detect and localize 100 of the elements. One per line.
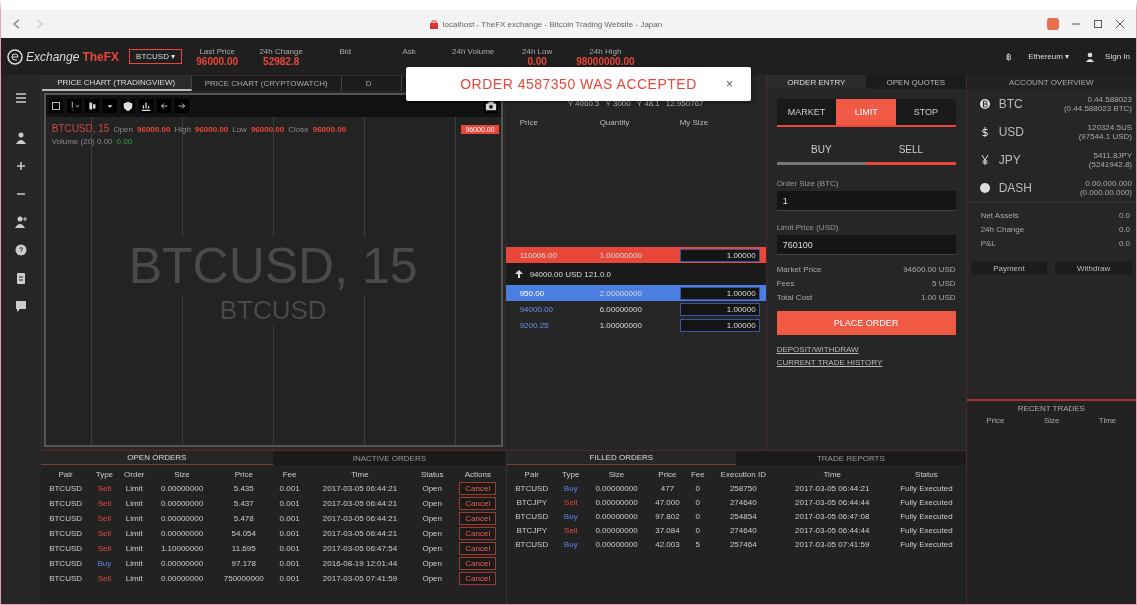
chat-icon[interactable] (13, 299, 28, 313)
table-tab[interactable]: INACTIVE ORDERS (273, 451, 506, 465)
bar-style-icon[interactable] (48, 99, 63, 113)
order-type-label: Buy (562, 538, 579, 551)
input-field[interactable]: 1 (776, 191, 956, 211)
cancel-button[interactable]: Cancel (459, 497, 497, 510)
price-cell-text: 9200.25 (519, 320, 550, 330)
column-header: Quantity (599, 117, 631, 127)
summary-label: Fees (776, 278, 795, 290)
cancel-button[interactable]: Cancel (459, 557, 497, 570)
add-user-icon[interactable] (13, 215, 28, 229)
ohlc-value: 96000.00 (137, 125, 171, 134)
column-header: Pair (523, 468, 540, 481)
table-tab[interactable]: TRADE REPORTS (736, 451, 966, 465)
table-cell-text: Open (421, 543, 443, 555)
table-tab[interactable]: OPEN ORDERS (40, 451, 274, 465)
column-header: Pair (57, 468, 74, 481)
logo-text: Exchange (26, 49, 80, 64)
stat-label: 24h High (589, 46, 622, 56)
candles-icon[interactable] (84, 99, 99, 113)
table-cell-text: Fully Executed (899, 524, 954, 537)
lock-icon[interactable] (428, 19, 439, 29)
input-field[interactable]: 760100 (776, 235, 956, 255)
column-header: Fee (281, 468, 298, 481)
close-button[interactable]: × (720, 76, 739, 92)
cancel-button[interactable]: Cancel (459, 542, 497, 555)
redo-icon[interactable] (174, 99, 189, 113)
table-cell-text: 5 (694, 538, 702, 551)
table-cell-text: 97.802 (654, 510, 681, 523)
table-cell-text: 97.178 (230, 558, 257, 570)
link[interactable]: DEPOSIT/WITHDRAW (776, 345, 859, 354)
user-icon[interactable] (13, 131, 28, 145)
order-type-label: Sell (96, 498, 113, 510)
undo-icon[interactable] (156, 99, 171, 113)
table-cell-text: Open (421, 528, 443, 540)
balance-amount: 0.00.000.000 (1085, 179, 1132, 188)
table-cell-text: 2017-03-05 06:44:21 (321, 513, 399, 525)
table-cell-text: Limit (124, 513, 144, 525)
table-cell-text: BTCUSD (514, 538, 550, 551)
order-book-row[interactable]: 950.00 2.00000000 1.00000 (505, 285, 766, 301)
table-cell-text: 2017-03-05 06:47:54 (321, 543, 399, 555)
sign-in-link[interactable]: Sign In (1105, 52, 1130, 61)
account-button[interactable]: Withdraw (1055, 261, 1132, 275)
cancel-button[interactable]: Cancel (459, 482, 497, 495)
help-icon[interactable] (13, 243, 28, 257)
column-header: Status (419, 468, 445, 481)
close-icon[interactable] (1114, 18, 1126, 30)
cancel-button[interactable]: Cancel (459, 527, 497, 540)
side-tab[interactable]: SELL (866, 137, 956, 165)
indicator-icon[interactable] (138, 99, 153, 113)
chart-tab[interactable]: PRICE CHART (TRADINGVIEW) (41, 76, 192, 91)
table-cell-text: 477 (659, 482, 676, 495)
shield-icon[interactable] (120, 99, 135, 113)
order-type-label: Sell (96, 543, 113, 555)
table-cell-text: 2017-03-05 06:44:44 (794, 496, 871, 509)
quantity-cell-text: 1.00000000 (599, 320, 643, 330)
cancel-button[interactable]: Cancel (459, 572, 497, 585)
stat-label: Bid (339, 46, 351, 56)
menu-icon[interactable] (13, 91, 28, 105)
order-book-row[interactable]: 9200.25 1.00000000 1.00000 (505, 317, 766, 333)
cancel-button[interactable]: Cancel (459, 512, 497, 525)
quantity-cell-text: 6.00000000 (599, 304, 643, 314)
table-cell-text: Limit (124, 558, 144, 570)
order-type-tab[interactable]: MARKET (776, 99, 837, 125)
balance-amount: 120324.5US (1087, 123, 1132, 132)
table-cell-text: 2017-03-05 07:41:59 (794, 538, 871, 551)
book-stat: 12.950767 (665, 99, 704, 108)
table-cell-text: 258750 (728, 482, 758, 495)
order-type-tab[interactable]: STOP (895, 99, 956, 125)
maximize-icon[interactable] (1092, 18, 1104, 30)
dropdown-icon[interactable] (102, 99, 117, 113)
table-cell-text: Limit (124, 543, 144, 555)
column-header: Execution ID (719, 468, 767, 481)
balance-converted: (0.44.588023 BTC) (1063, 104, 1132, 113)
panel-tab[interactable]: ORDER ENTRY (766, 75, 867, 89)
panel-tab[interactable]: OPEN QUOTES (866, 75, 966, 89)
interval-icon[interactable] (66, 99, 81, 113)
table-cell-text: Fully Executed (899, 482, 954, 495)
table-tab[interactable]: FILLED ORDERS (506, 451, 737, 465)
account-button[interactable]: Payment (970, 261, 1048, 275)
pair-selector[interactable]: BTCUSD ▾ (129, 49, 183, 64)
order-book-row[interactable]: 110006.00 1.00000000 1.00000 (505, 247, 766, 263)
table-cell-text: 5.478 (232, 513, 255, 525)
user-icon[interactable] (1085, 51, 1096, 62)
account-selector[interactable]: Ethereum ▾ (1022, 51, 1076, 62)
table-cell-text: 0.001 (278, 543, 301, 555)
logo-icon[interactable] (7, 48, 23, 65)
brand-name: TheFX (82, 49, 120, 64)
arrow-up-icon[interactable] (513, 269, 524, 279)
link[interactable]: CURRENT TRADE HISTORY (776, 358, 883, 367)
order-book-row[interactable]: 94000.00 6.00000000 1.00000 (505, 301, 766, 317)
table-cell-text: Limit (124, 573, 144, 585)
table-cell-text: Open (421, 483, 443, 495)
page-title: localhost - TheFX exchange - Bitcoin Trading Website - Japan (442, 19, 663, 29)
side-tab[interactable]: BUY (776, 137, 867, 165)
table-cell-text: 0.00000000 (594, 524, 639, 537)
table-cell-text: 2017-03-05 07:41:59 (321, 573, 399, 585)
column-header: Order (123, 468, 146, 481)
table-cell-text: 0.00000000 (159, 498, 205, 510)
table-cell-text: 0.001 (278, 513, 301, 525)
